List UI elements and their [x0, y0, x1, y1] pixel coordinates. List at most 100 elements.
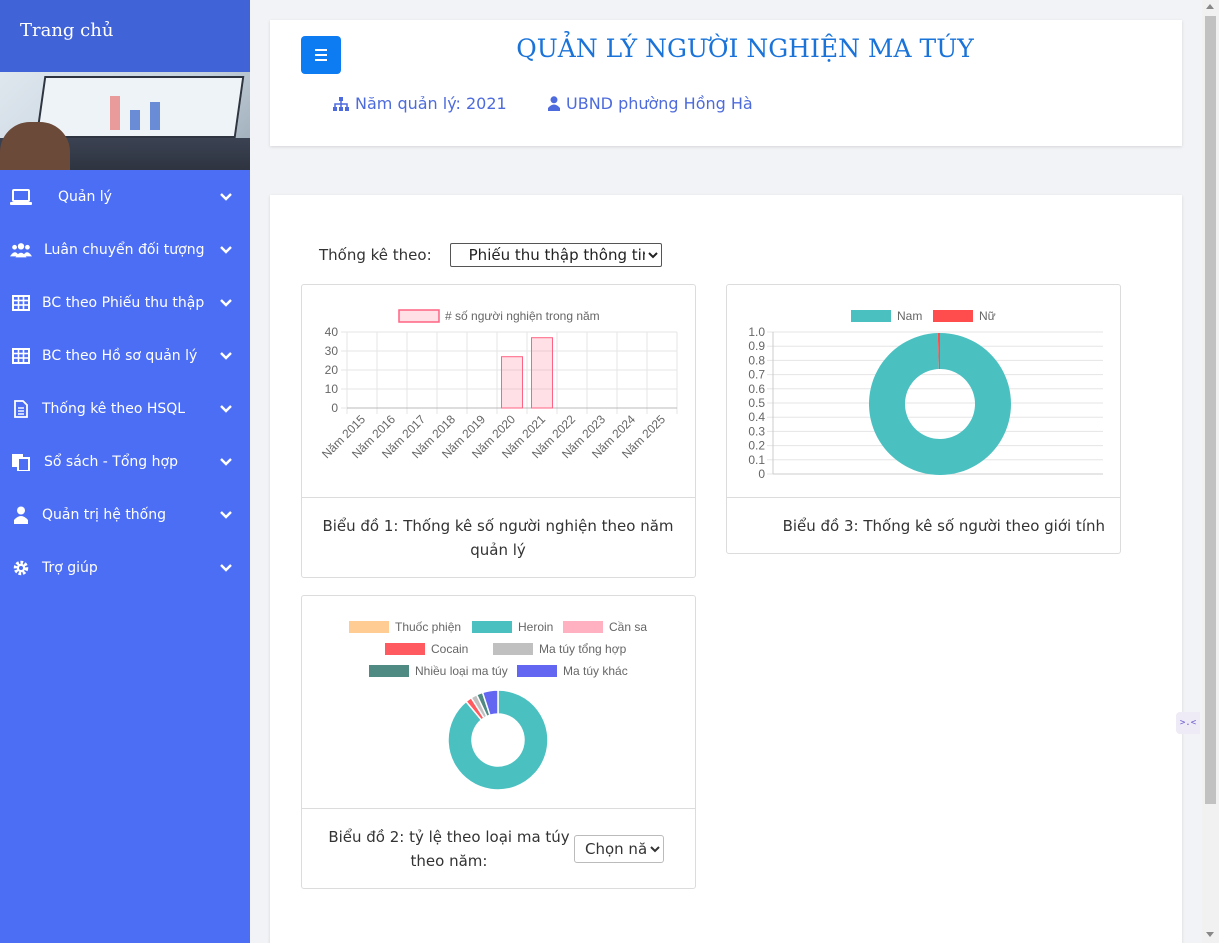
gear-icon: [10, 559, 32, 577]
statistics-card: Thống kê theo: Phiếu thu thập thông tin …: [270, 195, 1182, 943]
table-icon: [10, 294, 32, 312]
legend-label: Heroin: [518, 620, 553, 634]
sidebar-item-bc-phieu[interactable]: BC theo Phiếu thu thập: [0, 276, 250, 329]
sidebar-item-label: Sổ sách - Tổng hợp: [44, 453, 178, 470]
y-tick-label: 0.2: [748, 439, 765, 453]
laptop-icon: [10, 188, 32, 206]
banner-bar: [150, 102, 160, 130]
sidebar-item-tro-giup[interactable]: Trợ giúp: [0, 541, 250, 594]
legend-swatch: [398, 309, 440, 323]
y-tick-label: 1.0: [748, 325, 765, 339]
banner-bar: [130, 110, 140, 130]
management-year: Năm quản lý: 2021: [333, 94, 507, 113]
legend-swatch: [472, 621, 512, 633]
menu-toggle-button[interactable]: [301, 36, 341, 74]
copy-icon: [10, 453, 32, 471]
file-text-icon: [10, 399, 32, 418]
bar: [531, 337, 553, 409]
chart-1-caption: Biểu đồ 1: Thống kê số người nghiện theo…: [322, 517, 674, 559]
legend-label: Cocain: [431, 642, 468, 656]
side-panel-tab[interactable]: >.<: [1176, 712, 1200, 734]
sidebar-item-luan-chuyen[interactable]: Luân chuyển đối tượng: [0, 223, 250, 276]
legend-swatch: [349, 621, 389, 633]
legend-swatch: [851, 310, 891, 322]
statistics-filter: Thống kê theo: Phiếu thu thập thông tin: [319, 243, 662, 267]
legend-swatch: [385, 643, 425, 655]
sidebar-item-label: BC theo Phiếu thu thập: [42, 294, 205, 311]
sidebar-item-label: Luân chuyển đối tượng: [44, 241, 205, 258]
management-year-text: Năm quản lý: 2021: [355, 94, 507, 113]
legend-swatch: [493, 643, 533, 655]
donut-slice: [869, 333, 1012, 475]
sidebar-item-quan-ly[interactable]: Quản lý: [0, 170, 250, 223]
page-scrollbar[interactable]: [1202, 0, 1219, 943]
sidebar-item-label: Quản trị hệ thống: [42, 506, 167, 523]
legend-label: Thuốc phiện: [395, 620, 461, 634]
chart-3-caption: Biểu đồ 3: Thống kê số người theo giới t…: [782, 517, 1105, 535]
sidebar-item-label: Quản lý: [58, 188, 112, 205]
chevron-down-icon: [220, 510, 232, 519]
sidebar-item-label: Thống kê theo HSQL: [42, 400, 186, 417]
hamburger-icon: [315, 59, 327, 61]
chevron-down-icon: [220, 457, 232, 466]
y-tick-label: 30: [325, 344, 339, 358]
year-select[interactable]: Chọn năm: [574, 835, 664, 863]
scroll-down-arrow-icon[interactable]: [1206, 932, 1214, 937]
organization: UBND phường Hồng Hà: [548, 94, 753, 113]
legend-label: Ma túy tổng hợp: [539, 642, 627, 656]
legend-swatch: [933, 310, 973, 322]
page-title: QUẢN LÝ NGƯỜI NGHIỆN MA TÚY: [516, 34, 974, 63]
sidebar-item-label: Trợ giúp: [42, 559, 98, 576]
chart-area: Nam Nữ 0 0.1 0.2 0.3 0.4 0.5 0.6 0.7 0.8 0.9 1.0: [727, 285, 1120, 498]
hamburger-icon: [315, 54, 327, 56]
y-tick-label: 0.1: [748, 453, 765, 467]
banner-bar: [110, 96, 120, 130]
organization-text: UBND phường Hồng Hà: [566, 94, 753, 113]
sidebar-item-thong-ke-hsql[interactable]: Thống kê theo HSQL: [0, 382, 250, 435]
legend-swatch: [369, 665, 409, 677]
legend-label: Nữ: [979, 309, 996, 323]
sidebar-item-quan-tri[interactable]: Quản trị hệ thống: [0, 488, 250, 541]
chevron-down-icon: [220, 404, 232, 413]
chart-card-3: Nam Nữ 0 0.1 0.2 0.3 0.4 0.5 0.6 0.7 0.8 0.9 1.0 Biể…: [726, 284, 1121, 554]
sidebar-item-label: BC theo Hồ sơ quản lý: [42, 347, 198, 364]
legend-label: Nhiều loại ma túy: [415, 664, 508, 678]
sidebar-title[interactable]: Trang chủ: [0, 0, 250, 72]
statistics-type-select[interactable]: Phiếu thu thập thông tin: [449, 243, 662, 267]
header-card: QUẢN LÝ NGƯỜI NGHIỆN MA TÚY Năm quản lý:…: [270, 20, 1182, 146]
y-tick-label: 0.8: [748, 353, 765, 367]
y-tick-label: 0.7: [748, 368, 765, 382]
y-tick-label: 40: [325, 325, 339, 339]
sidebar-item-bc-ho-so[interactable]: BC theo Hồ sơ quản lý: [0, 329, 250, 382]
legend-label: Ma túy khác: [563, 664, 628, 678]
sidebar-menu: Quản lý Luân chuyển đối tượng BC theo Ph…: [0, 170, 250, 594]
chevron-down-icon: [220, 192, 232, 201]
drug-type-donut-chart: Thuốc phiện Heroin Cần sa Cocain Ma túy tổng…: [349, 620, 647, 791]
y-tick-label: 0: [331, 401, 338, 415]
chevron-down-icon: [220, 245, 232, 254]
chevron-down-icon: [220, 351, 232, 360]
user-icon: [548, 96, 560, 111]
chevron-down-icon: [220, 298, 232, 307]
chart-2-caption: Biểu đồ 2: tỷ lệ theo loại ma túy theo n…: [328, 828, 570, 870]
sidebar-item-so-sach[interactable]: Sổ sách - Tổng hợp: [0, 435, 250, 488]
y-tick-label: 20: [325, 363, 339, 377]
bar: [501, 356, 523, 409]
users-icon: [10, 241, 32, 259]
chart-area: # số người nghiện trong năm 0 10 20 30 40 Năm …: [302, 285, 695, 498]
filter-label: Thống kê theo:: [319, 246, 432, 264]
y-tick-label: 0.6: [748, 382, 765, 396]
chevron-down-icon: [220, 563, 232, 572]
banner-laptop-screen: [35, 76, 245, 138]
chart-card-1: # số người nghiện trong năm 0 10 20 30 40 Năm …: [301, 284, 696, 578]
bar-chart: # số người nghiện trong năm010203040Năm …: [319, 309, 678, 461]
y-tick-label: 0: [758, 467, 765, 481]
scrollbar-thumb[interactable]: [1205, 16, 1216, 804]
scroll-up-arrow-icon[interactable]: [1206, 4, 1214, 9]
sidebar-banner-image: [0, 72, 250, 170]
legend-label: Cần sa: [609, 620, 647, 634]
hamburger-icon: [315, 49, 327, 51]
y-tick-label: 0.3: [748, 424, 765, 438]
table-icon: [10, 347, 32, 365]
legend-label: # số người nghiện trong năm: [445, 309, 600, 323]
